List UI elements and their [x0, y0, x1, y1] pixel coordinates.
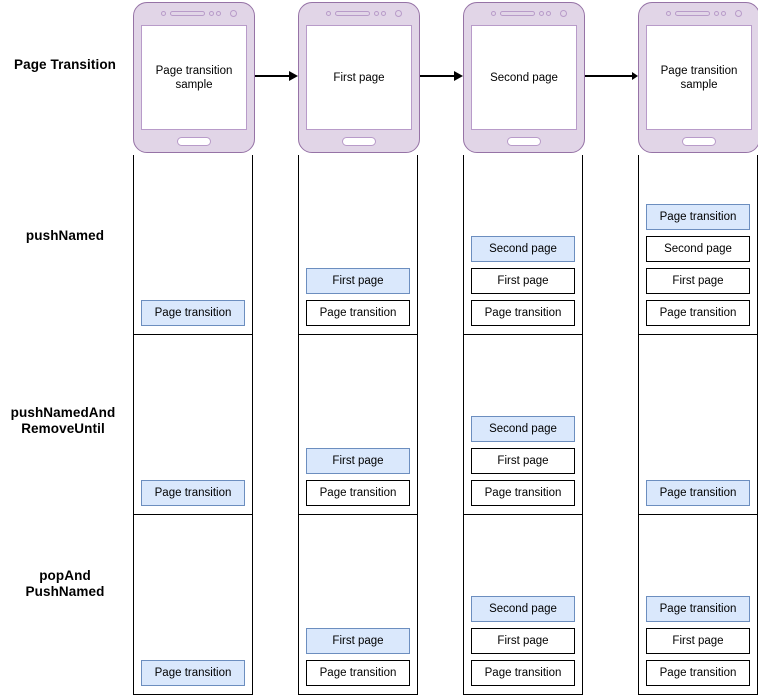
navigation-stack-3-0: Page transition	[133, 515, 253, 695]
stack-card[interactable]: Page transition	[471, 300, 575, 326]
phone-screen-2: Second page	[471, 25, 577, 130]
home-button[interactable]	[177, 137, 211, 146]
stack-card[interactable]: Second page	[471, 596, 575, 622]
front-camera-icon	[230, 10, 237, 17]
navigation-stack-3-2: Second page First page Page transition	[463, 515, 583, 695]
navigation-stack-1-2: Second page First page Page transition	[463, 155, 583, 335]
transition-arrow-2	[585, 71, 638, 81]
navigation-stack-1-3: Page transition Second page First page Page…	[638, 155, 758, 335]
phone-screen-1: First page	[306, 25, 412, 130]
stack-card[interactable]: First page	[471, 448, 575, 474]
navigation-stack-2-3: Page transition	[638, 335, 758, 515]
stack-card[interactable]: First page	[471, 628, 575, 654]
row-label-0: Page Transition	[13, 57, 117, 72]
stack-card[interactable]: Page transition	[471, 660, 575, 686]
speaker-grille-icon	[335, 11, 370, 16]
sensor-dot-icon	[721, 11, 726, 16]
stack-card[interactable]: Second page	[646, 236, 750, 262]
arrow-head-icon	[289, 71, 298, 81]
row-label-2: pushNamedAnd RemoveUntil	[0, 405, 128, 437]
sensor-dot-icon	[374, 11, 379, 16]
stack-card[interactable]: First page	[471, 268, 575, 294]
arrow-head-icon	[454, 71, 463, 81]
stack-card[interactable]: Page transition	[646, 300, 750, 326]
stack-card[interactable]: First page	[306, 268, 410, 294]
navigation-stack-2-1: First page Page transition	[298, 335, 418, 515]
camera-dot-icon	[161, 11, 166, 16]
phone-mockup-2: Second page	[463, 2, 585, 153]
home-button[interactable]	[342, 137, 376, 146]
navigation-stack-1-1: First page Page transition	[298, 155, 418, 335]
phone-screen-3: Page transition sample	[646, 25, 752, 130]
navigation-stack-1-0: Page transition	[133, 155, 253, 335]
row-label-line-2: RemoveUntil	[21, 421, 105, 436]
stack-card[interactable]: Page transition	[306, 660, 410, 686]
stack-card[interactable]: Second page	[471, 416, 575, 442]
phone-screen-label: Second page	[490, 71, 558, 84]
navigation-stack-2-0: Page transition	[133, 335, 253, 515]
front-camera-icon	[560, 10, 567, 17]
stack-card[interactable]: Page transition	[646, 660, 750, 686]
home-button[interactable]	[682, 137, 716, 146]
phone-mockup-3: Page transition sample	[638, 2, 758, 153]
sensor-dot-icon	[539, 11, 544, 16]
stack-card[interactable]: First page	[646, 268, 750, 294]
navigation-stack-2-2: Second page First page Page transition	[463, 335, 583, 515]
row-label-3: popAnd PushNamed	[0, 568, 130, 600]
stack-card[interactable]: Page transition	[306, 480, 410, 506]
camera-dot-icon	[666, 11, 671, 16]
navigation-stack-3-1: First page Page transition	[298, 515, 418, 695]
sensor-dot-icon	[381, 11, 386, 16]
phone-mockup-0: Page transition sample	[133, 2, 255, 153]
phone-screen-label: Page transition sample	[660, 64, 738, 91]
sensor-dot-icon	[216, 11, 221, 16]
speaker-grille-icon	[500, 11, 535, 16]
camera-dot-icon	[491, 11, 496, 16]
row-label-line-1: pushNamedAnd	[10, 405, 116, 420]
row-label-line-1: popAnd	[39, 568, 91, 583]
stack-card[interactable]: First page	[646, 628, 750, 654]
front-camera-icon	[735, 10, 742, 17]
phone-screen-label: First page	[333, 71, 385, 84]
stack-card[interactable]: Page transition	[141, 480, 245, 506]
arrow-shaft	[420, 75, 455, 77]
camera-dot-icon	[326, 11, 331, 16]
navigation-stack-3-3: Page transition First page Page transition	[638, 515, 758, 695]
row-label-1: pushNamed	[25, 228, 105, 243]
stack-card[interactable]: First page	[306, 628, 410, 654]
phone-screen-0: Page transition sample	[141, 25, 247, 130]
row-label-line-2: PushNamed	[25, 584, 105, 599]
sensor-dot-icon	[209, 11, 214, 16]
stack-card[interactable]: Page transition	[141, 660, 245, 686]
phone-screen-label: Page transition sample	[155, 64, 233, 91]
stack-card[interactable]: Page transition	[646, 204, 750, 230]
sensor-dot-icon	[714, 11, 719, 16]
stack-card[interactable]: Page transition	[306, 300, 410, 326]
stack-card[interactable]: Page transition	[646, 596, 750, 622]
arrow-shaft	[255, 75, 290, 77]
phone-mockup-1: First page	[298, 2, 420, 153]
speaker-grille-icon	[675, 11, 710, 16]
sensor-dot-icon	[546, 11, 551, 16]
transition-arrow-0	[255, 71, 298, 81]
stack-card[interactable]: Page transition	[141, 300, 245, 326]
front-camera-icon	[395, 10, 402, 17]
transition-arrow-1	[420, 71, 463, 81]
stack-card[interactable]: Page transition	[646, 480, 750, 506]
arrow-shaft	[585, 75, 633, 77]
home-button[interactable]	[507, 137, 541, 146]
stack-card[interactable]: Second page	[471, 236, 575, 262]
speaker-grille-icon	[170, 11, 205, 16]
stack-card[interactable]: Page transition	[471, 480, 575, 506]
arrow-head-icon	[632, 72, 638, 80]
stack-card[interactable]: First page	[306, 448, 410, 474]
